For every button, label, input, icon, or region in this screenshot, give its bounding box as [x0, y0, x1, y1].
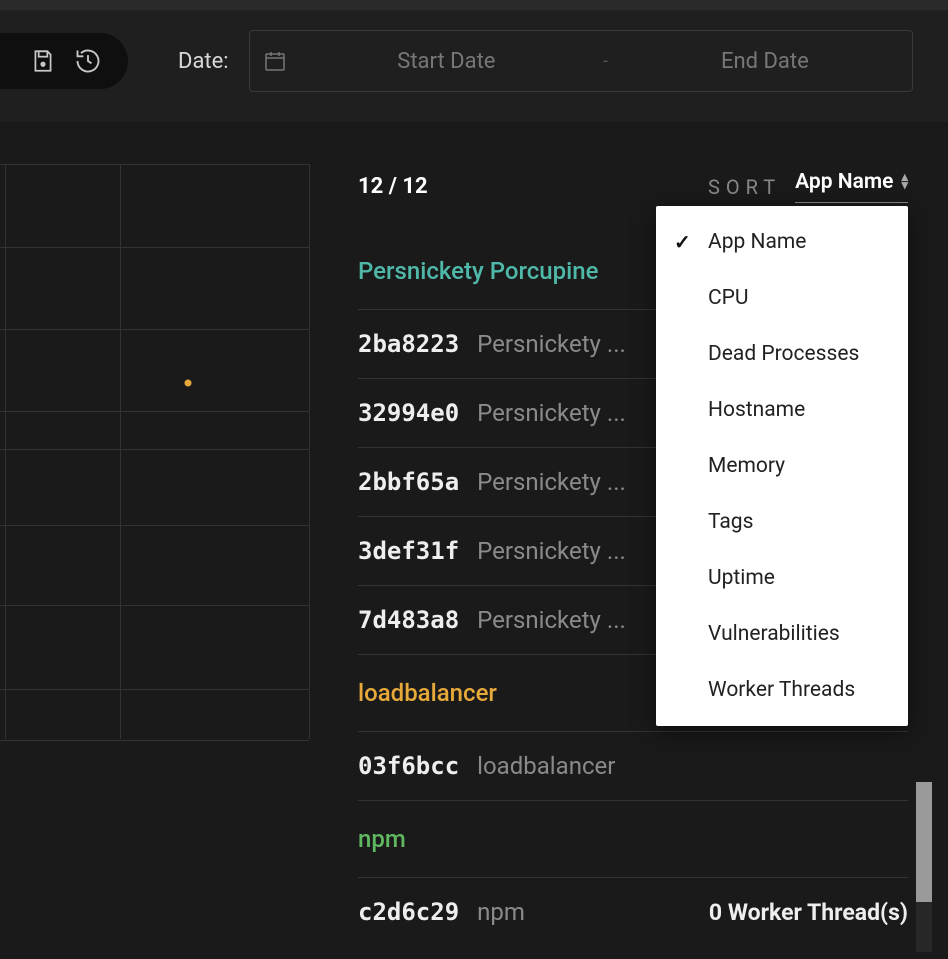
sort-option[interactable]: CPU	[656, 270, 908, 326]
sort-option-label: Worker Threads	[708, 678, 855, 702]
process-hash: 2bbf65a	[358, 468, 459, 496]
check-icon: ✓	[674, 230, 694, 254]
sort-label: SORT	[708, 175, 781, 199]
process-hash: 32994e0	[358, 399, 459, 427]
result-count: 12 / 12	[358, 174, 428, 199]
sort-option-label: Vulnerabilities	[708, 622, 840, 646]
sort-option-label: CPU	[708, 286, 749, 310]
process-name: Persnickety ...	[477, 399, 626, 427]
sort-option[interactable]: Memory	[656, 438, 908, 494]
history-icon[interactable]	[74, 47, 102, 75]
date-range-box: Start Date - End Date	[249, 30, 913, 92]
process-name: Persnickety ...	[477, 468, 626, 496]
process-name: Persnickety ...	[477, 606, 626, 634]
toolbar-pill	[0, 33, 128, 89]
sort-option[interactable]: Dead Processes	[656, 326, 908, 382]
group-header[interactable]: npm	[358, 801, 908, 877]
sort-control[interactable]: SORT App Name ▴▾	[708, 170, 908, 203]
sort-dropdown: ✓ App Name CPU Dead Processes Hostname Memory…	[656, 206, 908, 726]
sort-selected-text: App Name	[795, 170, 893, 194]
process-hash: 3def31f	[358, 537, 459, 565]
process-extra: 0 Worker Thread(s)	[709, 899, 908, 926]
process-name: Persnickety ...	[477, 330, 626, 358]
sort-option-label: Memory	[708, 454, 785, 478]
process-hash: 7d483a8	[358, 606, 459, 634]
end-date-input[interactable]: End Date	[618, 49, 912, 74]
sort-option[interactable]: Tags	[656, 494, 908, 550]
chart-data-point[interactable]	[185, 380, 192, 387]
process-name: npm	[477, 898, 525, 926]
process-row[interactable]: 03f6bcc loadbalancer	[358, 732, 908, 801]
save-icon[interactable]	[30, 48, 56, 74]
toolbar: Date: Start Date - End Date	[0, 10, 948, 122]
scrollbar-track[interactable]	[916, 782, 932, 952]
sort-option[interactable]: Worker Threads	[656, 662, 908, 718]
window-top-strip	[0, 0, 948, 10]
sort-selected[interactable]: App Name ▴▾	[795, 170, 908, 203]
sort-arrows-icon: ▴▾	[901, 174, 908, 190]
process-row[interactable]: c2d6c29 npm 0 Worker Thread(s)	[358, 878, 908, 926]
sort-option[interactable]: Vulnerabilities	[656, 606, 908, 662]
date-separator: -	[593, 51, 618, 72]
process-name: Persnickety ...	[477, 537, 626, 565]
date-label: Date:	[178, 49, 229, 74]
sort-option[interactable]: Hostname	[656, 382, 908, 438]
chart-panel	[0, 122, 310, 952]
process-hash: c2d6c29	[358, 898, 459, 926]
sort-option-label: Tags	[708, 510, 753, 534]
calendar-icon[interactable]	[250, 49, 300, 73]
main-area: 12 / 12 SORT App Name ▴▾ Persnickety Por…	[0, 122, 948, 952]
process-name: loadbalancer	[477, 752, 615, 780]
start-date-input[interactable]: Start Date	[300, 49, 594, 74]
sort-option-label: Hostname	[708, 398, 805, 422]
list-header: 12 / 12 SORT App Name ▴▾	[358, 170, 908, 203]
sort-option-label: Uptime	[708, 566, 775, 590]
sort-option-label: Dead Processes	[708, 342, 859, 366]
sort-option[interactable]: ✓ App Name	[656, 214, 908, 270]
sort-option[interactable]: Uptime	[656, 550, 908, 606]
chart-grid[interactable]	[0, 164, 310, 739]
process-hash: 03f6bcc	[358, 752, 459, 780]
process-hash: 2ba8223	[358, 330, 459, 358]
sort-option-label: App Name	[708, 230, 806, 254]
scrollbar-thumb[interactable]	[916, 782, 932, 902]
list-panel: 12 / 12 SORT App Name ▴▾ Persnickety Por…	[310, 122, 948, 952]
